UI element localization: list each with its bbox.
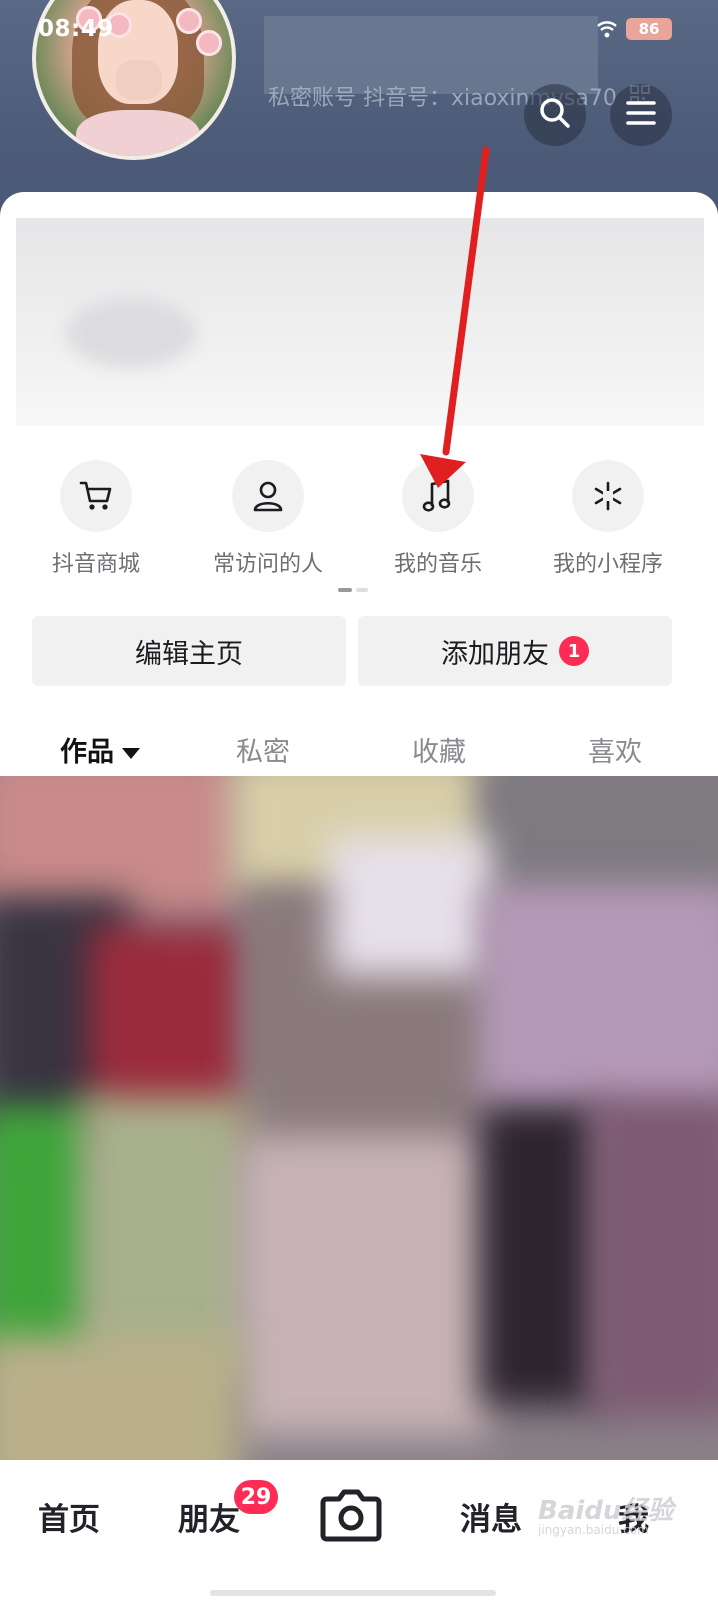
add-friend-badge: 1 [559, 636, 589, 666]
home-indicator [210, 1590, 496, 1596]
tab-likes[interactable]: 喜欢 [588, 730, 642, 769]
blurred-thumbnail [480, 1106, 600, 1406]
menu-icon [626, 100, 656, 130]
add-friend-button[interactable]: 添加朋友 1 [358, 616, 672, 686]
tab-label: 收藏 [412, 737, 466, 768]
tab-label: 喜欢 [588, 737, 642, 768]
camera-icon [319, 1487, 383, 1547]
shortcut-label: 抖音商城 [51, 552, 140, 577]
create-button[interactable] [316, 1482, 386, 1552]
blurred-thumbnail [240, 1136, 490, 1436]
menu-button[interactable] [610, 84, 672, 146]
shortcut-frequent-visitors[interactable]: 常访问的人 [193, 460, 343, 578]
caret-down-icon [122, 748, 140, 759]
edit-profile-button[interactable]: 编辑主页 [32, 616, 346, 686]
add-friend-label: 添加朋友 [441, 638, 549, 670]
blurred-thumbnail [590, 1096, 718, 1416]
search-icon [538, 96, 572, 134]
shortcut-mini-programs[interactable]: 我的小程序 [533, 460, 683, 578]
shortcut-row: 抖音商城 常访问的人 我的音乐 我的小程序 [0, 460, 718, 580]
baidu-jingyan-watermark: Baidu经验 jingyan.baidu.com [538, 1490, 673, 1537]
nav-messages[interactable]: 消息 [460, 1494, 522, 1539]
mini-program-icon [572, 460, 644, 532]
blurred-thumbnail [80, 1096, 250, 1376]
blurred-thumbnail [0, 1336, 240, 1460]
tab-favorites[interactable]: 收藏 [412, 730, 466, 769]
blurred-thumbnail [0, 776, 240, 916]
status-icons: 86 [596, 18, 672, 40]
nav-home[interactable]: 首页 [38, 1494, 100, 1539]
account-subinfo: 私密账号 抖音号：xiaoxinmvsa70 [268, 80, 650, 112]
blurred-profile-info [16, 218, 704, 426]
shortcut-page-indicator [338, 588, 368, 592]
shortcut-label: 我的小程序 [552, 552, 663, 577]
friends-badge: 29 [234, 1480, 278, 1514]
blurred-thumbnail [330, 836, 490, 976]
avatar-flower [176, 8, 202, 34]
battery-indicator: 86 [626, 18, 672, 40]
tab-private[interactable]: 私密 [236, 730, 290, 769]
tab-label: 私密 [236, 737, 290, 768]
shortcut-my-music[interactable]: 我的音乐 [363, 460, 513, 578]
cart-icon [60, 460, 132, 532]
page-dot-active [338, 588, 352, 592]
music-note-icon [402, 460, 474, 532]
tab-works[interactable]: 作品 [60, 730, 140, 769]
person-icon [232, 460, 304, 532]
nav-friends[interactable]: 朋友 [178, 1494, 240, 1539]
watermark-brand: Baidu经验 [538, 1496, 674, 1526]
shortcut-douyin-mall[interactable]: 抖音商城 [21, 460, 171, 578]
avatar-flower [196, 30, 222, 56]
avatar-body [76, 110, 200, 156]
search-button[interactable] [524, 84, 586, 146]
content-tabs: 作品 私密 收藏 喜欢 [0, 730, 718, 776]
tab-label: 作品 [60, 737, 114, 768]
wifi-icon [596, 19, 618, 39]
works-grid[interactable] [0, 776, 718, 1460]
page-dot [356, 588, 368, 592]
shortcut-label: 我的音乐 [393, 552, 482, 577]
status-time: 08:49 [38, 16, 114, 42]
shortcut-label: 常访问的人 [212, 552, 323, 577]
blurred-blob [66, 298, 196, 368]
avatar-hand [116, 60, 162, 100]
blurred-thumbnail [480, 886, 718, 1116]
edit-profile-label: 编辑主页 [135, 638, 243, 670]
